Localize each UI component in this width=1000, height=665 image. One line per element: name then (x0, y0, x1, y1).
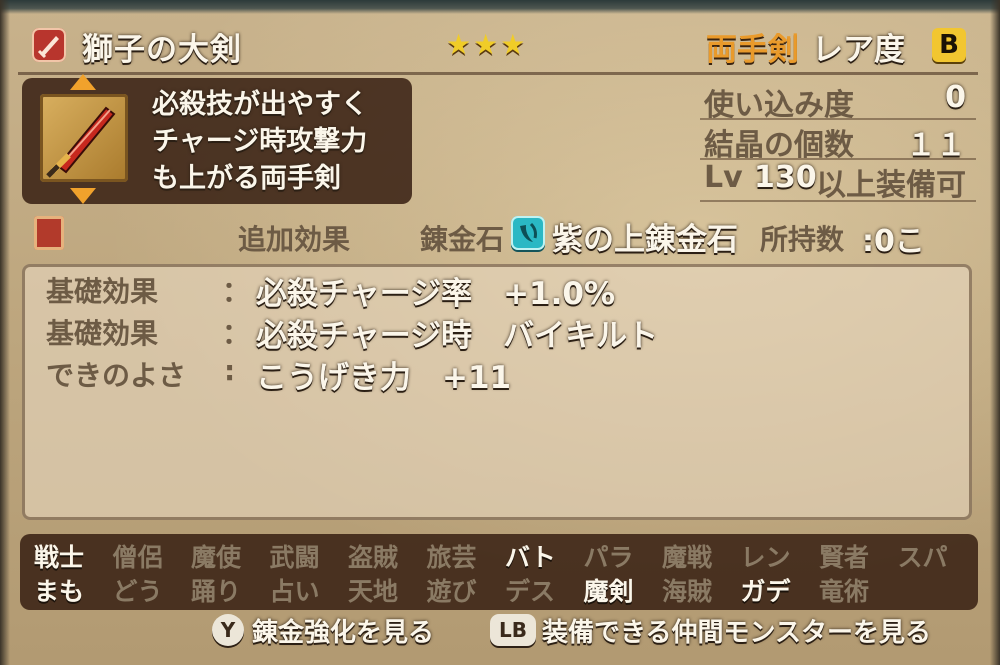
monster-equip-text: 装備できる仲間モンスターを見る (542, 618, 931, 648)
effect-row: 基礎効果 ： 必殺チャージ時 バイキルト (46, 312, 946, 354)
lv-suffix: 以上装備可 (816, 168, 966, 203)
effects-panel: 基礎効果 ： 必殺チャージ率 +1.0% 基礎効果 ： 必殺チャージ時 バイキル… (22, 264, 972, 520)
job-0: 戦士 (34, 543, 85, 572)
alchemy-stone-name: 紫の上錬金石 (552, 222, 738, 258)
lv-label: Lv (704, 160, 743, 195)
job-15: 占い (269, 577, 320, 606)
arrow-up-icon[interactable] (70, 74, 96, 90)
description-line: も上がる両手剣 (152, 163, 341, 194)
alchemy-upgrade-hint[interactable]: Y 錬金強化を見る (212, 612, 452, 648)
item-detail-screen: 獅子の大剣 ★★★ 両手剣 レア度 B 必殺技が出やすく チャージ時攻撃力 も上… (0, 0, 1000, 665)
job-4: 盗賊 (348, 543, 399, 572)
effect-row: 基礎効果 ： 必殺チャージ率 +1.0% (46, 270, 946, 312)
owned-count-value: :0こ (862, 224, 925, 259)
alchemy-upgrade-text: 錬金強化を見る (252, 618, 435, 648)
jobs-grid: 戦士 僧侶 魔使 武闘 盗賊 旅芸 バト パラ 魔戦 レン 賢者 スパまも どう 踊り 占い 天地 遊び デス 魔剣… (34, 538, 974, 606)
book-icon[interactable] (34, 216, 64, 250)
usage-stat: 使い込み度 0 (704, 80, 966, 123)
effect-separator: ： (222, 317, 251, 350)
item-title-row: 獅子の大剣 ★★★ 両手剣 レア度 B (0, 22, 1000, 70)
item-description: 必殺技が出やすく チャージ時攻撃力 も上がる両手剣 (152, 86, 402, 197)
job-5: 旅芸 (426, 543, 477, 572)
effect-label: 基礎効果 (46, 275, 159, 308)
weapon-class: 両手剣 (706, 32, 799, 68)
equippable-jobs-panel: 戦士 僧侶 魔使 武闘 盗賊 旅芸 バト パラ 魔戦 レン 賢者 スパまも どう 踊り 占い 天地 遊び デス 魔剣… (20, 534, 978, 610)
red-greatsword-icon (40, 94, 128, 182)
rarity-grade-badge: B (932, 28, 966, 62)
description-line: チャージ時攻撃力 (152, 126, 368, 157)
job-2: 魔使 (191, 543, 242, 572)
right-frame-border (990, 0, 1000, 665)
item-name: 獅子の大剣 (82, 32, 242, 68)
job-20: 海賊 (662, 577, 713, 606)
alchemy-stone-label: 錬金石 (420, 223, 505, 256)
stat-divider (700, 200, 976, 202)
alchemy-row: 追加効果 錬金石 紫の上錬金石 所持数 :0こ (0, 212, 1000, 260)
job-7: パラ (583, 543, 634, 572)
top-frame-border (0, 0, 1000, 14)
job-17: 遊び (426, 577, 477, 606)
usage-value: 0 (945, 80, 966, 115)
crystal-stat: 結晶の個数 １１ (704, 120, 966, 163)
effect-label: できのよさ (46, 359, 187, 392)
job-10: 賢者 (819, 543, 870, 572)
left-frame-border (0, 0, 10, 665)
job-18: デス (505, 577, 556, 606)
effect-separator: : (224, 354, 236, 387)
owned-count-label: 所持数 (760, 223, 845, 256)
job-13: どう (112, 577, 163, 606)
job-1: 僧侶 (112, 543, 163, 572)
item-description-panel: 必殺技が出やすく チャージ時攻撃力 も上がる両手剣 (22, 74, 412, 204)
job-6: バト (505, 543, 556, 572)
button-hints: Y 錬金強化を見る LB 装備できる仲間モンスターを見る (0, 612, 1000, 652)
job-3: 武闘 (269, 543, 320, 572)
job-16: 天地 (348, 577, 399, 606)
effect-value: こうげき力 +11 (256, 360, 512, 396)
lv-value: 130 (754, 160, 817, 195)
arrow-down-icon[interactable] (70, 188, 96, 204)
effect-value: 必殺チャージ時 バイキルト (256, 318, 659, 354)
job-22: 竜術 (819, 577, 870, 606)
effect-label: 基礎効果 (46, 317, 159, 350)
title-divider (18, 72, 978, 75)
job-12: まも (34, 577, 85, 606)
lb-button-icon[interactable]: LB (490, 614, 536, 646)
job-9: レン (740, 543, 791, 572)
sword-type-icon (32, 28, 66, 62)
job-11: スパ (897, 543, 948, 572)
job-21: ガデ (740, 577, 791, 606)
alchemy-stone-icon (511, 216, 545, 250)
monster-equip-hint[interactable]: LB 装備できる仲間モンスターを見る (490, 612, 960, 648)
y-button-icon[interactable]: Y (212, 614, 244, 646)
extra-effect-label: 追加効果 (238, 223, 351, 256)
level-requirement: Lv 130 以上装備可 (704, 160, 966, 203)
rarity-label: レア度 (812, 32, 905, 68)
job-14: 踊り (191, 577, 242, 606)
effect-row: できのよさ : こうげき力 +11 (46, 354, 946, 396)
rarity-stars: ★★★ (446, 28, 528, 61)
job-19: 魔剣 (583, 577, 634, 606)
effect-value: 必殺チャージ率 +1.0% (256, 276, 616, 312)
effect-separator: ： (222, 275, 251, 308)
job-8: 魔戦 (662, 543, 713, 572)
description-line: 必殺技が出やすく (152, 89, 368, 120)
